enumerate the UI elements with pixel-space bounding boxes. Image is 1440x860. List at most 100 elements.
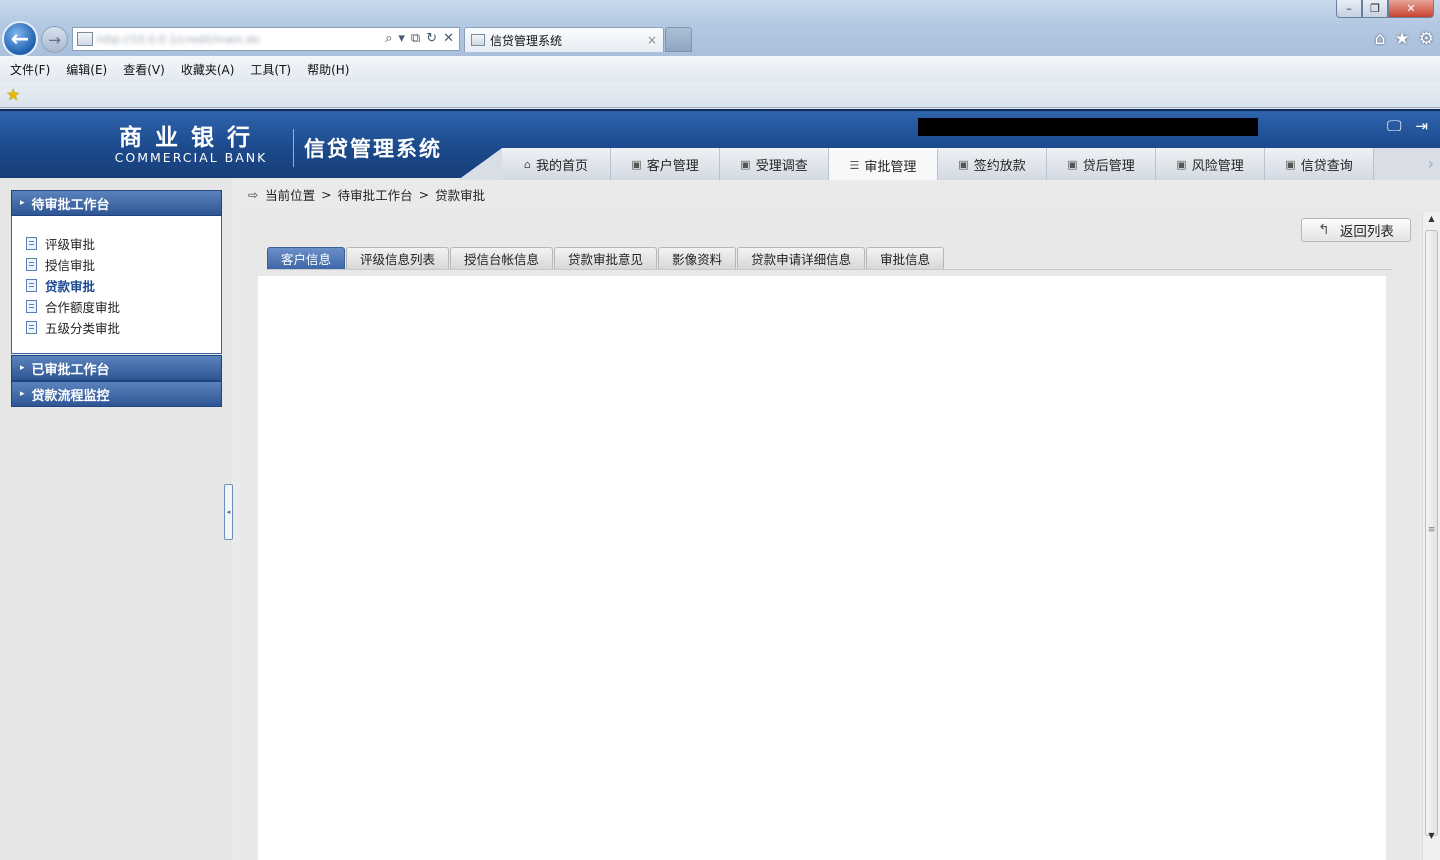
tab-close-icon[interactable]: × — [647, 33, 657, 47]
sidebar-item-credit-approval[interactable]: 授信审批 — [12, 254, 221, 275]
scroll-thumb[interactable]: ≡ — [1425, 230, 1438, 836]
new-tab-button[interactable] — [665, 27, 692, 52]
expand-arrow-icon: ▸ — [20, 363, 25, 373]
document-icon — [26, 321, 37, 334]
breadcrumb-item[interactable]: 待审批工作台 — [338, 185, 413, 204]
address-bar[interactable]: http://10.0.0.1/credit/main.do ⌕ ▾ ⧉ ↻ ✕ — [72, 27, 460, 51]
browser-tab[interactable]: 信贷管理系统 × — [464, 27, 664, 52]
home-icon: ⌂ — [524, 157, 531, 171]
app-header: 商业银行 COMMERCIAL BANK 信贷管理系统 🖵 ⇥ ⌂ 我的首页 ▣ 客… — [0, 109, 1440, 180]
window-controls: – ❐ ✕ — [1336, 0, 1434, 18]
expand-arrow-icon: ▸ — [20, 198, 25, 208]
system-title: 信贷管理系统 — [304, 137, 442, 161]
tab-approval-info[interactable]: 审批信息 — [866, 247, 945, 269]
address-url[interactable]: http://10.0.0.1/credit/main.do — [97, 33, 380, 46]
sidebar-item-label: 授信审批 — [45, 258, 96, 273]
nav-tab-home[interactable]: ⌂ 我的首页 — [502, 148, 611, 180]
sidebar-panel-loan-monitor[interactable]: ▸ 贷款流程监控 — [11, 381, 222, 407]
settings-gear-icon[interactable]: ⚙ — [1419, 29, 1434, 49]
maximize-button[interactable]: ❐ — [1362, 0, 1388, 18]
browser-menubar: 文件(F) 编辑(E) 查看(V) 收藏夹(A) 工具(T) 帮助(H) — [0, 56, 1440, 82]
sidebar-item-rating-approval[interactable]: 评级审批 — [12, 233, 221, 254]
risk-icon: ▣ — [1176, 157, 1187, 171]
logo-english: COMMERCIAL BANK — [114, 150, 268, 165]
nav-tab-customer[interactable]: ▣ 客户管理 — [611, 148, 720, 180]
breadcrumb-separator: > — [321, 187, 332, 202]
scroll-grip-icon: ≡ — [1427, 525, 1436, 535]
sidebar-item-five-class-approval[interactable]: 五级分类审批 — [12, 317, 221, 338]
bank-logo: 商业银行 COMMERCIAL BANK — [110, 125, 272, 165]
home-icon[interactable]: ⌂ — [1375, 29, 1386, 49]
logout-icon[interactable]: ⇥ — [1415, 117, 1428, 135]
sidebar-panel-pending-body: 评级审批 授信审批 贷款审批 合作额度审批 五级分类审批 — [11, 216, 222, 354]
sidebar-item-cooperation-quota-approval[interactable]: 合作额度审批 — [12, 296, 221, 317]
nav-tab-label: 风险管理 — [1191, 158, 1244, 174]
vertical-scrollbar[interactable]: ▲ ≡ ▼ — [1422, 212, 1440, 860]
tab-customer-info[interactable]: 客户信息 — [267, 247, 346, 269]
page-favicon-icon — [77, 32, 93, 46]
nav-tab-label: 签约放款 — [973, 158, 1026, 174]
add-favorite-star-icon[interactable]: ★ — [6, 85, 20, 104]
customer-icon: ▣ — [631, 157, 642, 171]
detail-tabs: 客户信息 评级信息列表 授信台帐信息 贷款审批意见 影像资料 贷款申请详细信息 … — [267, 247, 945, 269]
browser-toolbar-icons: ⌂ ★ ⚙ — [1375, 29, 1434, 49]
nav-tab-label: 审批管理 — [864, 159, 917, 175]
menu-file[interactable]: 文件(F) — [10, 61, 50, 78]
dropdown-icon[interactable]: ▾ — [398, 29, 405, 49]
header-icons: 🖵 ⇥ — [1387, 117, 1428, 135]
tab-credit-ledger[interactable]: 授信台帐信息 — [450, 247, 554, 269]
search-icon[interactable]: ⌕ — [385, 29, 392, 49]
tab-image-materials[interactable]: 影像资料 — [658, 247, 737, 269]
nav-tab-approval[interactable]: ☰ 审批管理 — [829, 148, 938, 180]
stop-icon[interactable]: ✕ — [443, 29, 454, 49]
compatibility-view-icon[interactable]: ⧉ — [411, 29, 420, 49]
sidebar-panel-pending[interactable]: ▸ 待审批工作台 — [11, 190, 222, 216]
tab-title: 信贷管理系统 — [490, 33, 563, 48]
survey-icon: ▣ — [740, 157, 751, 171]
scroll-up-icon[interactable]: ▲ — [1423, 214, 1440, 223]
sidebar-panel-approved[interactable]: ▸ 已审批工作台 — [11, 355, 222, 381]
sidebar-item-label: 贷款审批 — [45, 279, 96, 294]
favorites-bar: ★ — [0, 82, 1440, 108]
nav-scroll-right-icon[interactable]: › — [1428, 154, 1434, 173]
sidebar-item-label: 合作额度审批 — [45, 300, 121, 315]
nav-tab-label: 受理调查 — [755, 158, 808, 174]
sidebar-panel-title: 待审批工作台 — [31, 197, 110, 213]
return-list-label: 返回列表 — [1339, 224, 1394, 240]
browser-titlebar: – ❐ ✕ ← → http://10.0.0.1/credit/main.do… — [0, 0, 1440, 57]
sidebar-item-label: 五级分类审批 — [45, 321, 121, 336]
tab-loan-application-details[interactable]: 贷款申请详细信息 — [737, 247, 866, 269]
sidebar-item-loan-approval[interactable]: 贷款审批 — [12, 275, 221, 296]
forward-arrow-icon[interactable]: → — [41, 26, 68, 53]
contract-icon: ▣ — [958, 157, 969, 171]
sidebar-panel-title: 贷款流程监控 — [31, 388, 110, 404]
menu-tools[interactable]: 工具(T) — [250, 61, 291, 78]
menu-help[interactable]: 帮助(H) — [307, 61, 349, 78]
scroll-down-icon[interactable]: ▼ — [1423, 831, 1440, 840]
back-arrow-icon[interactable]: ← — [2, 21, 38, 57]
nav-tab-label: 信贷查询 — [1300, 158, 1353, 174]
refresh-icon[interactable]: ↻ — [426, 29, 437, 49]
sidebar-collapse-handle[interactable]: ◂ — [224, 484, 233, 540]
nav-tab-signing[interactable]: ▣ 签约放款 — [938, 148, 1047, 180]
logo-chinese: 商业银行 — [119, 124, 263, 151]
tab-loan-approval-opinion[interactable]: 贷款审批意见 — [554, 247, 658, 269]
menu-view[interactable]: 查看(V) — [123, 61, 165, 78]
breadcrumb-item: 贷款审批 — [435, 188, 486, 203]
nav-tab-acceptance[interactable]: ▣ 受理调查 — [720, 148, 829, 180]
nav-tab-risk[interactable]: ▣ 风险管理 — [1156, 148, 1265, 180]
document-icon — [26, 300, 37, 313]
nav-tab-postloan[interactable]: ▣ 贷后管理 — [1047, 148, 1156, 180]
breadcrumb-item: 当前位置 — [265, 188, 316, 203]
favorites-star-icon[interactable]: ★ — [1395, 29, 1410, 49]
return-list-button[interactable]: ↰ 返回列表 — [1301, 218, 1411, 242]
tab-rating-list[interactable]: 评级信息列表 — [346, 247, 450, 269]
menu-favorites[interactable]: 收藏夹(A) — [181, 61, 235, 78]
nav-tab-query[interactable]: ▣ 信贷查询 — [1265, 148, 1374, 180]
close-window-button[interactable]: ✕ — [1388, 0, 1434, 18]
minimize-button[interactable]: – — [1336, 0, 1362, 18]
monitor-icon[interactable]: 🖵 — [1387, 117, 1401, 135]
tabs-underline — [267, 269, 1392, 270]
tab-content-area — [258, 276, 1386, 860]
menu-edit[interactable]: 编辑(E) — [66, 61, 107, 78]
